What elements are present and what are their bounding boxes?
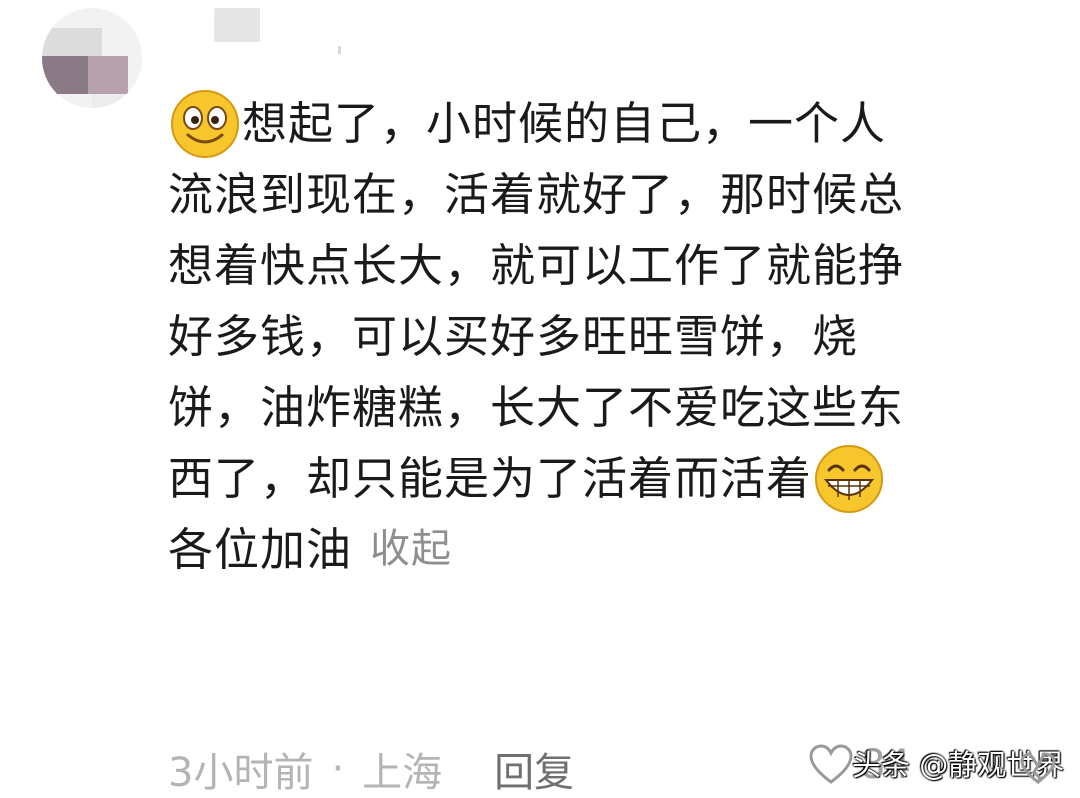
comment-body: 想起了，小时候的自己，一个人 流浪到现在，活着就好了，那时候总 想着快点长大，就… bbox=[168, 88, 1028, 585]
collapse-link[interactable]: 收起 bbox=[370, 514, 452, 585]
comment-line: 流浪到现在，活着就好了，那时候总 bbox=[168, 168, 905, 221]
comment-line: 饼，油炸糖糕，长大了不爱吃这些东 bbox=[168, 381, 905, 434]
reply-button[interactable]: 回复 bbox=[494, 740, 574, 798]
comment-line: 好多钱，可以买好多旺旺雪饼，烧 bbox=[168, 310, 859, 363]
post-time: 3小时前 bbox=[168, 750, 314, 796]
meta-separator: · bbox=[331, 746, 345, 792]
username-mark bbox=[338, 46, 341, 54]
username-blurred[interactable] bbox=[214, 8, 260, 42]
comment-line: 想着快点长大，就可以工作了就能挣 bbox=[168, 239, 905, 292]
user-avatar[interactable] bbox=[42, 8, 142, 108]
heart-icon bbox=[809, 744, 853, 784]
smile-emoji-icon bbox=[171, 89, 239, 158]
comment-line: 西了，却只能是为了活着而活着 bbox=[168, 443, 1028, 514]
comment-line: 想起了，小时候的自己，一个人 bbox=[168, 88, 1028, 159]
dislike-icon[interactable] bbox=[1018, 752, 1058, 786]
comment-line: 各位加油 收起 bbox=[168, 514, 1028, 585]
grin-emoji-icon bbox=[815, 444, 884, 513]
comment-meta: 3小时前 · 上海 回复 bbox=[168, 740, 574, 798]
post-location: 上海 bbox=[362, 750, 443, 796]
